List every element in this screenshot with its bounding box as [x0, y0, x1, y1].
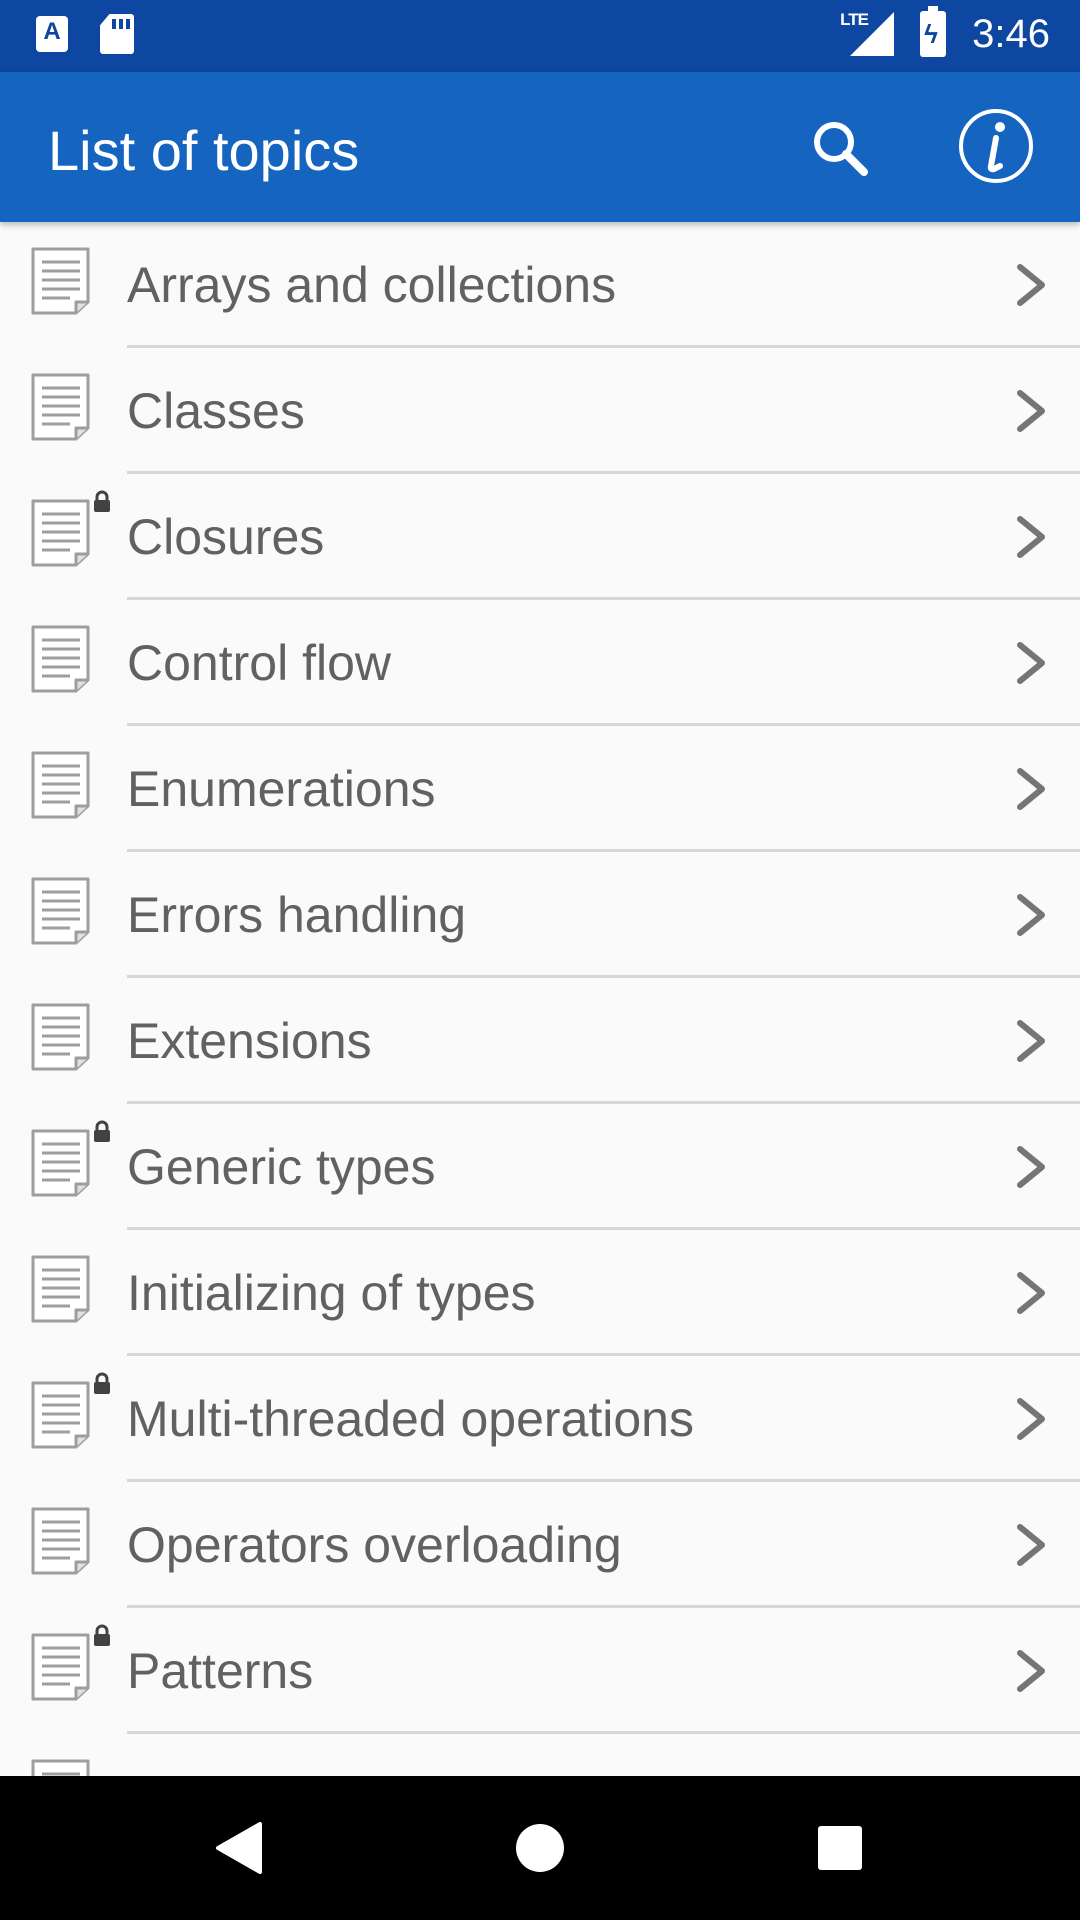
lock-icon	[93, 1624, 111, 1646]
chevron-right-icon	[1014, 893, 1048, 937]
topic-label: Arrays and collections	[127, 257, 617, 313]
topic-label: Operators overloading	[127, 1517, 622, 1573]
chevron-right-icon	[1014, 1271, 1048, 1315]
topic-label: Errors handling	[127, 887, 467, 943]
home-button[interactable]	[516, 1824, 564, 1872]
page-title: List of topics	[48, 119, 360, 182]
lock-icon	[93, 1120, 111, 1142]
topic-row[interactable]: Enumerations	[0, 726, 1080, 852]
document-icon	[30, 1380, 92, 1450]
lock-icon	[93, 490, 111, 512]
document-icon	[30, 876, 92, 946]
navigation-bar	[0, 1776, 1080, 1920]
document-icon	[30, 372, 92, 442]
sd-card-icon	[100, 14, 134, 54]
chevron-right-icon	[1014, 1019, 1048, 1063]
document-icon	[30, 1758, 92, 1776]
topic-row[interactable]: Multi-threaded operations	[0, 1356, 1080, 1482]
topic-row[interactable]: Extensions	[0, 978, 1080, 1104]
topic-label: Classes	[127, 383, 305, 439]
topic-row[interactable]: Operators overloading	[0, 1482, 1080, 1608]
document-icon	[30, 498, 92, 568]
topic-label: Enumerations	[127, 761, 436, 817]
topics-list: Arrays and collections Classes Closures Con…	[0, 222, 1080, 1776]
status-bar: A LTE ϟ 3:46	[0, 0, 1080, 72]
topic-label: Closures	[127, 509, 325, 565]
info-button[interactable]	[956, 106, 1036, 186]
topic-row[interactable]: Closures	[0, 474, 1080, 600]
topic-label: Initializing of types	[127, 1265, 536, 1321]
topic-label: Generic types	[127, 1139, 436, 1195]
document-icon	[30, 1128, 92, 1198]
chevron-right-icon	[1014, 641, 1048, 685]
document-icon	[30, 1254, 92, 1324]
topic-label: Control flow	[127, 635, 391, 691]
document-icon	[30, 1632, 92, 1702]
topic-row[interactable]: Classes	[0, 348, 1080, 474]
topic-row[interactable]: Errors handling	[0, 852, 1080, 978]
chevron-right-icon	[1014, 1649, 1048, 1693]
document-icon	[30, 624, 92, 694]
chevron-right-icon	[1014, 515, 1048, 559]
app-bar: List of topics	[0, 72, 1080, 222]
lock-icon	[93, 1372, 111, 1394]
back-button[interactable]	[212, 1820, 264, 1876]
chevron-right-icon	[1014, 767, 1048, 811]
topic-label: Extensions	[127, 1013, 372, 1069]
chevron-right-icon	[1014, 389, 1048, 433]
search-button[interactable]	[800, 108, 880, 188]
document-icon	[30, 246, 92, 316]
document-icon	[30, 750, 92, 820]
keyboard-notification-icon: A	[36, 16, 68, 52]
recent-apps-button[interactable]	[818, 1826, 862, 1870]
topic-row[interactable]: Arrays and collections	[0, 222, 1080, 348]
topic-row[interactable]: Initializing of types	[0, 1230, 1080, 1356]
chevron-right-icon	[1014, 263, 1048, 307]
status-time: 3:46	[972, 11, 1050, 56]
chevron-right-icon	[1014, 1523, 1048, 1567]
topic-label: Patterns	[127, 1643, 314, 1699]
document-icon	[30, 1002, 92, 1072]
network-type: LTE	[840, 10, 869, 29]
signal-icon: LTE	[840, 10, 895, 58]
topic-row[interactable]: Generic types	[0, 1104, 1080, 1230]
search-icon	[814, 122, 868, 176]
topic-label: Multi-threaded operations	[127, 1391, 694, 1447]
battery-charging-icon: ϟ	[920, 6, 947, 57]
topic-row-partial[interactable]	[0, 1734, 1080, 1776]
info-icon	[959, 109, 1033, 183]
document-icon	[30, 1506, 92, 1576]
topic-row[interactable]: Control flow	[0, 600, 1080, 726]
chevron-right-icon	[1014, 1145, 1048, 1189]
topic-row[interactable]: Patterns	[0, 1608, 1080, 1734]
chevron-right-icon	[1014, 1397, 1048, 1441]
